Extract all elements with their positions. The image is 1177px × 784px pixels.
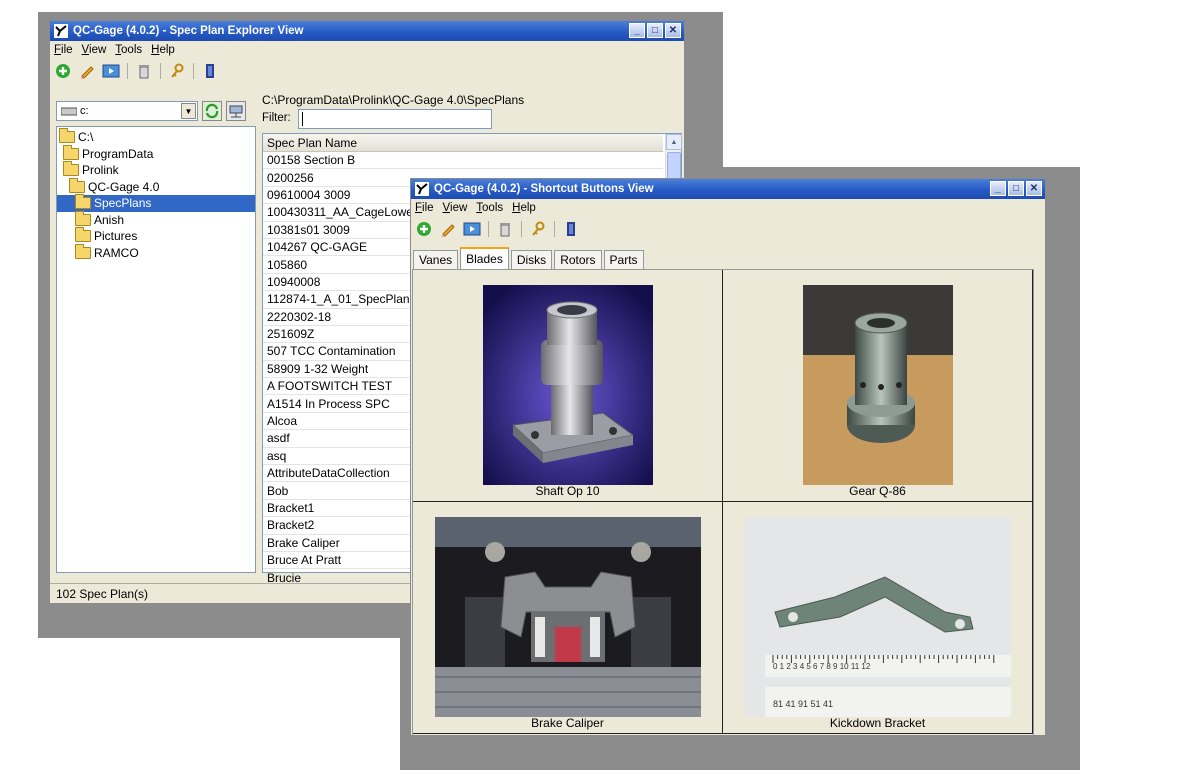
key-icon[interactable] — [168, 62, 186, 80]
folder-icon — [63, 144, 79, 160]
filter-input[interactable] — [298, 109, 492, 129]
exit-door-icon[interactable] — [562, 220, 580, 238]
close-button[interactable]: ✕ — [1026, 181, 1042, 196]
refresh-icon[interactable] — [202, 101, 222, 121]
tab-parts[interactable]: Parts — [603, 250, 644, 269]
gear-part-image — [802, 285, 953, 485]
drive-icon — [61, 107, 77, 116]
shortcut-caption: Gear Q-86 — [849, 484, 906, 498]
shortcut-button-kickdown-bracket[interactable]: 0 1 2 3 4 5 6 7 8 9 10 11 12 81 41 91 51… — [723, 502, 1033, 734]
tab-rotors[interactable]: Rotors — [554, 250, 602, 269]
delete-trash-icon[interactable] — [135, 62, 153, 80]
toolbar-separator — [160, 63, 161, 79]
app-logo-icon — [415, 182, 429, 196]
column-header-spec-plan-name[interactable]: Spec Plan Name — [263, 134, 663, 152]
explorer-title: QC-Gage (4.0.2) - Spec Plan Explorer Vie… — [73, 25, 304, 37]
folder-icon — [63, 161, 79, 177]
scroll-up-icon[interactable]: ▲ — [666, 134, 682, 150]
run-icon[interactable] — [102, 62, 120, 80]
add-icon[interactable] — [54, 62, 72, 80]
run-icon[interactable] — [463, 220, 481, 238]
shortcut-toolbar — [411, 217, 1045, 241]
tab-blades[interactable]: Blades — [460, 247, 509, 269]
kickdown-bracket-image: 0 1 2 3 4 5 6 7 8 9 10 11 12 81 41 91 51… — [744, 517, 1011, 717]
maximize-button[interactable]: □ — [1008, 181, 1024, 196]
tree-item-pictures[interactable]: Pictures — [57, 227, 255, 245]
svg-text:81 41 91 51 41: 81 41 91 51 41 — [773, 699, 833, 709]
folder-icon — [59, 128, 75, 144]
explorer-toolbar — [50, 59, 684, 83]
shortcut-caption: Brake Caliper — [531, 716, 604, 730]
folder-tree[interactable]: C:\ ProgramData Prolink QC-Gage 4.0 Spec… — [56, 126, 256, 573]
menu-tools[interactable]: Tools — [115, 44, 142, 56]
category-tabs: Vanes Blades Disks Rotors Parts — [411, 247, 646, 269]
toolbar-separator — [488, 221, 489, 237]
shortcut-caption: Shaft Op 10 — [535, 484, 600, 498]
app-logo-icon — [54, 24, 68, 38]
shortcut-button-gear-q-86[interactable]: Gear Q-86 — [723, 270, 1033, 502]
current-path: C:\ProgramData\Prolink\QC-Gage 4.0\SpecP… — [262, 93, 525, 107]
menu-help[interactable]: Help — [512, 202, 536, 214]
drive-select[interactable]: c: ▼ — [56, 101, 198, 121]
tree-item-specplans[interactable]: SpecPlans — [57, 194, 255, 212]
minimize-button[interactable]: _ — [990, 181, 1006, 196]
toolbar-separator — [554, 221, 555, 237]
tree-item-prolink[interactable]: Prolink — [57, 161, 255, 179]
menu-view[interactable]: View — [443, 202, 468, 214]
menu-file[interactable]: File — [54, 44, 73, 56]
add-icon[interactable] — [415, 220, 433, 238]
close-button[interactable]: ✕ — [665, 23, 681, 38]
filter-label: Filter: — [262, 112, 291, 124]
tab-vanes[interactable]: Vanes — [413, 250, 459, 269]
shortcut-caption: Kickdown Bracket — [829, 716, 926, 730]
key-icon[interactable] — [529, 220, 547, 238]
edit-pencil-icon[interactable] — [439, 220, 457, 238]
shortcut-menubar: File View Tools Help — [411, 199, 1045, 217]
tree-item-programdata[interactable]: ProgramData — [57, 144, 255, 163]
brake-caliper-image — [434, 517, 701, 717]
tab-disks[interactable]: Disks — [510, 250, 553, 269]
network-drive-icon[interactable] — [226, 101, 246, 121]
tree-item-c-drive[interactable]: C:\ — [57, 128, 255, 146]
toolbar-separator — [127, 63, 128, 79]
minimize-button[interactable]: _ — [629, 23, 645, 38]
list-item[interactable]: 00158 Section B — [263, 152, 663, 170]
tree-item-anish[interactable]: Anish — [57, 210, 255, 229]
maximize-button[interactable]: □ — [647, 23, 663, 38]
folder-icon — [75, 227, 91, 243]
exit-door-icon[interactable] — [201, 62, 219, 80]
chevron-down-icon[interactable]: ▼ — [181, 103, 196, 119]
menu-tools[interactable]: Tools — [476, 202, 503, 214]
menu-view[interactable]: View — [82, 44, 107, 56]
shortcut-titlebar[interactable]: QC-Gage (4.0.2) - Shortcut Buttons View … — [411, 179, 1045, 199]
shortcut-button-shaft-op-10[interactable]: Shaft Op 10 — [413, 270, 723, 502]
shortcut-button-panel: Shaft Op 10 Gear Q-86 Brake Caliper 0 1 … — [412, 269, 1034, 735]
folder-icon — [75, 194, 91, 210]
toolbar-separator — [521, 221, 522, 237]
shortcut-button-brake-caliper[interactable]: Brake Caliper — [413, 502, 723, 734]
folder-icon — [69, 177, 85, 193]
explorer-titlebar[interactable]: QC-Gage (4.0.2) - Spec Plan Explorer Vie… — [50, 21, 684, 41]
explorer-menubar: File View Tools Help — [50, 41, 684, 59]
spec-plan-count: 102 Spec Plan(s) — [56, 586, 149, 601]
folder-icon — [75, 210, 91, 226]
drive-value: c: — [80, 105, 89, 117]
edit-pencil-icon[interactable] — [78, 62, 96, 80]
shaft-part-image — [482, 285, 653, 485]
shortcut-window: QC-Gage (4.0.2) - Shortcut Buttons View … — [410, 178, 1046, 736]
delete-trash-icon[interactable] — [496, 220, 514, 238]
svg-text:0 1 2 3 4 5 6 7 8 9: 0 1 2 3 4 5 6 7 8 9 10 11 12 — [773, 662, 871, 671]
toolbar-separator — [193, 63, 194, 79]
folder-icon — [75, 243, 91, 259]
tree-item-ramco[interactable]: RAMCO — [57, 243, 255, 262]
shortcut-title: QC-Gage (4.0.2) - Shortcut Buttons View — [434, 183, 654, 195]
menu-file[interactable]: File — [415, 202, 434, 214]
tree-item-qc-gage[interactable]: QC-Gage 4.0 — [57, 177, 255, 196]
menu-help[interactable]: Help — [151, 44, 175, 56]
